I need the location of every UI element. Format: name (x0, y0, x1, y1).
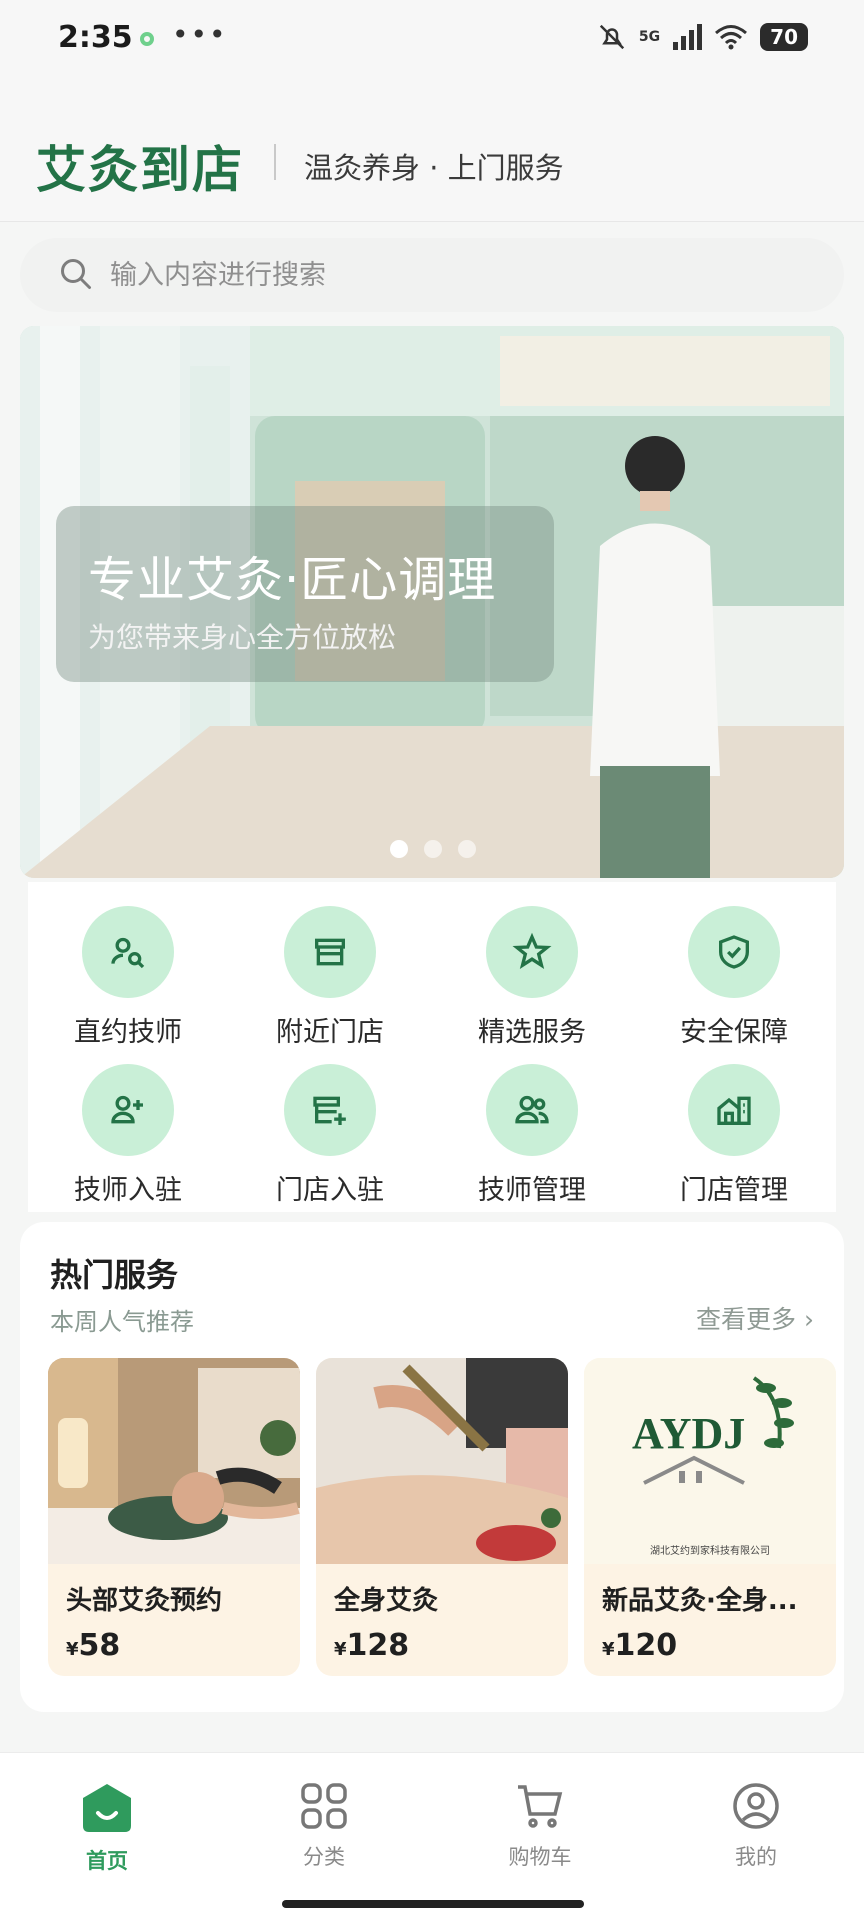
building-icon (717, 1096, 751, 1125)
tab-cart[interactable]: 购物车 (465, 1781, 615, 1871)
view-more-link[interactable]: 查看更多 › (696, 1300, 814, 1336)
hot-services-section: 热门服务 本周人气推荐 查看更多 › 头部艾灸预约 ¥58 全身艾灸 ¥128 … (20, 1222, 844, 1712)
promo-banner[interactable]: 专业艾灸·匠心调理 为您带来身心全方位放松 (20, 326, 844, 878)
tab-category[interactable]: 分类 (249, 1781, 399, 1871)
quick-featured-service[interactable]: 精选服务 (432, 882, 632, 1048)
status-time: 2:35 (58, 20, 133, 55)
bottom-tab-bar: 首页 分类 购物车 我的 (0, 1752, 864, 1920)
company-name: 湖北艾约到家科技有限公司 (650, 1546, 770, 1557)
search-bar[interactable] (20, 238, 844, 312)
carousel-dot-2[interactable] (424, 840, 442, 858)
section-subtitle: 本周人气推荐 (50, 1308, 194, 1336)
status-more-icon: ••• (172, 18, 228, 51)
quick-nearby-store[interactable]: 附近门店 (230, 882, 430, 1048)
service-name: 全身艾灸 (334, 1586, 439, 1616)
app-header: 艾灸到店 温灸养身 · 上门服务 (0, 80, 864, 222)
recording-indicator-icon (140, 32, 154, 46)
carousel-dots[interactable] (390, 840, 476, 858)
quick-safety[interactable]: 安全保障 (634, 882, 834, 1048)
quick-label: 技师管理 (478, 1175, 586, 1206)
cart-icon (518, 1785, 563, 1828)
quick-icon-bg (82, 906, 174, 998)
aydj-logo-icon (643, 1376, 794, 1485)
tab-label: 我的 (735, 1845, 777, 1869)
service-image (48, 1358, 300, 1564)
currency-symbol: ¥ (334, 1639, 347, 1660)
tab-label: 分类 (303, 1845, 345, 1869)
add-store-icon (313, 1096, 346, 1125)
logo-text: AYDJ (632, 1409, 746, 1458)
header-divider (274, 144, 276, 180)
network-type: 5G (638, 29, 661, 45)
mute-bell-icon (599, 24, 625, 50)
quick-technician-join[interactable]: 技师入驻 (28, 1040, 228, 1206)
brand-tagline: 温灸养身 · 上门服务 (304, 151, 564, 185)
profile-icon (733, 1783, 779, 1829)
search-icon (61, 259, 91, 289)
service-name: 新品艾灸·全身... (602, 1586, 798, 1616)
quick-store-manage[interactable]: 门店管理 (634, 1040, 834, 1206)
grid-icon (301, 1783, 347, 1829)
technician-search-icon (111, 937, 145, 969)
carousel-dot-3[interactable] (458, 840, 476, 858)
quick-icon-bg (688, 1064, 780, 1156)
search-input[interactable] (110, 238, 810, 312)
service-image (316, 1358, 568, 1564)
service-price: ¥128 (334, 1628, 409, 1663)
currency-symbol: ¥ (602, 1639, 615, 1660)
battery-level: 70 (760, 23, 808, 51)
quick-icon-bg (486, 906, 578, 998)
quick-label: 门店管理 (680, 1175, 788, 1206)
quick-icon-bg (284, 1064, 376, 1156)
service-card[interactable]: 头部艾灸预约 ¥58 (48, 1358, 300, 1676)
quick-technician-manage[interactable]: 技师管理 (432, 1040, 632, 1206)
status-icons: 5G 70 (597, 22, 808, 52)
quick-icon-bg (486, 1064, 578, 1156)
signal-icon (673, 24, 703, 50)
brand-title: 艾灸到店 (36, 141, 244, 199)
home-icon (83, 1784, 131, 1832)
service-logo-image: AYDJ 湖北艾约到家科技有限公司 (584, 1358, 836, 1564)
service-card[interactable]: AYDJ 湖北艾约到家科技有限公司 新品艾灸·全身... ¥120 (584, 1358, 836, 1676)
store-icon (315, 938, 345, 966)
price-value: 58 (78, 1628, 121, 1663)
wifi-icon (715, 25, 748, 50)
quick-label: 门店入驻 (276, 1175, 384, 1206)
shield-check-icon (719, 935, 749, 969)
price-value: 120 (614, 1628, 678, 1663)
quick-icon-bg (82, 1064, 174, 1156)
status-bar: 2:35 ••• 5G 70 (0, 0, 864, 80)
service-name: 头部艾灸预约 (66, 1586, 223, 1616)
service-card[interactable]: 全身艾灸 ¥128 (316, 1358, 568, 1676)
price-value: 128 (346, 1628, 410, 1663)
star-icon (512, 932, 552, 970)
add-user-icon (111, 1095, 143, 1124)
tab-label: 购物车 (508, 1845, 572, 1869)
banner-title: 专业艾灸·匠心调理 (88, 552, 497, 608)
section-title: 热门服务 (50, 1256, 179, 1294)
tab-label: 首页 (86, 1849, 128, 1873)
home-indicator (282, 1900, 584, 1908)
quick-direct-technician[interactable]: 直约技师 (28, 882, 228, 1048)
service-price: ¥120 (602, 1628, 677, 1663)
banner-subtitle: 为您带来身心全方位放松 (88, 621, 397, 654)
quick-icon-bg (284, 906, 376, 998)
tab-profile[interactable]: 我的 (681, 1781, 831, 1871)
quick-store-join[interactable]: 门店入驻 (230, 1040, 430, 1206)
quick-actions-grid: 直约技师 附近门店 精选服务 安全保障 技师入驻 门店入驻 技师管理 门店管理 (28, 882, 836, 1212)
quick-icon-bg (688, 906, 780, 998)
quick-label: 技师入驻 (74, 1175, 182, 1206)
tab-home[interactable]: 首页 (32, 1781, 182, 1875)
users-icon (515, 1095, 549, 1124)
service-price: ¥58 (66, 1628, 120, 1663)
currency-symbol: ¥ (66, 1639, 79, 1660)
carousel-dot-1[interactable] (390, 840, 408, 858)
